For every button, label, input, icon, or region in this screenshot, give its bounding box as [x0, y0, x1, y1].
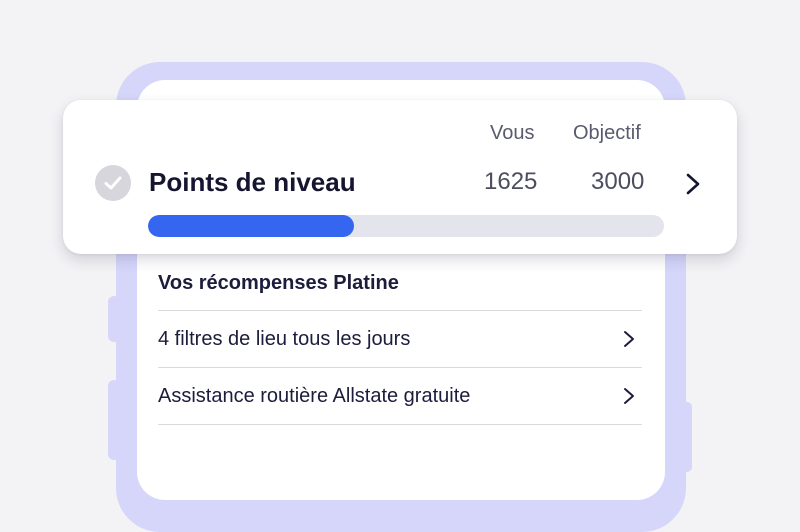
- rewards-list: Vos récompenses Platine 4 filtres de lie…: [158, 268, 642, 437]
- card-title: Points de niveau: [149, 167, 356, 197]
- chevron-right-icon: [624, 331, 634, 347]
- progress-track: [148, 215, 664, 237]
- reward-item-label: 4 filtres de lieu tous les jours: [158, 327, 411, 350]
- column-header-target: Objectif: [573, 122, 641, 144]
- value-target: 3000: [591, 168, 645, 195]
- check-circle-icon: [95, 165, 131, 201]
- phone-side-button: [682, 402, 692, 472]
- reward-item[interactable]: Assistance routière Allstate gratuite: [158, 368, 642, 425]
- chevron-right-icon: [624, 388, 634, 404]
- reward-item-label: Assistance routière Allstate gratuite: [158, 384, 471, 407]
- reward-item[interactable]: 4 filtres de lieu tous les jours: [158, 311, 642, 368]
- chevron-right-icon[interactable]: [684, 172, 702, 196]
- column-header-you: Vous: [490, 122, 535, 144]
- rewards-title: Vos récompenses Platine: [158, 256, 642, 311]
- phone-side-button: [108, 296, 120, 342]
- value-you: 1625: [484, 168, 538, 195]
- progress-fill: [148, 215, 355, 237]
- phone-side-button: [108, 380, 120, 460]
